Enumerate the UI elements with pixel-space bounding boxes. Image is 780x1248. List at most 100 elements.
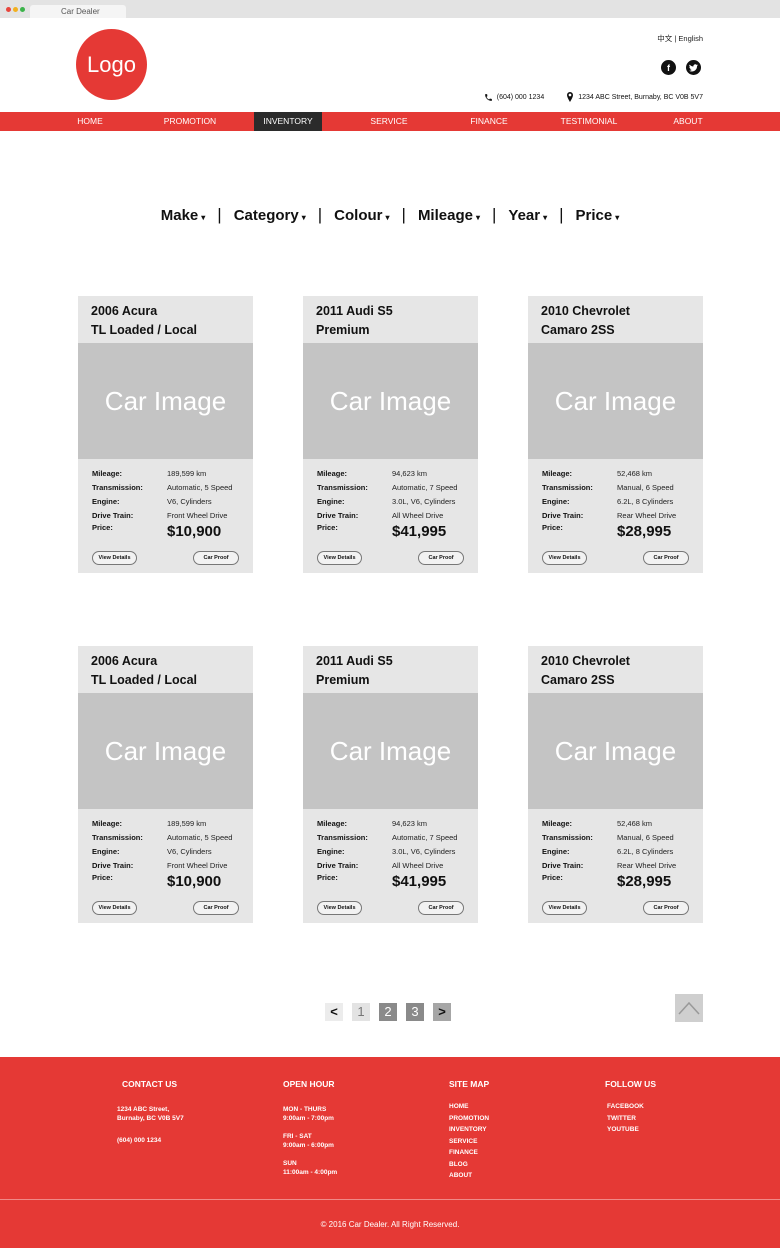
car-title[interactable]: 2010 Chevrolet Camaro 2SS xyxy=(541,652,630,690)
nav-home[interactable]: HOME xyxy=(66,112,114,131)
page-1-button[interactable]: 1 xyxy=(352,1003,370,1021)
footer-link-facebook[interactable]: FACEBOOK xyxy=(607,1101,656,1113)
car-proof-button[interactable]: Car Proof xyxy=(193,551,239,565)
price-label: Price: xyxy=(542,873,563,882)
car-image[interactable]: Car Image xyxy=(528,343,703,459)
filter-separator: | xyxy=(559,205,564,224)
price-value: $41,995 xyxy=(392,873,447,890)
footer-link-blog[interactable]: BLOG xyxy=(449,1159,489,1171)
language-switcher: 中文 | English xyxy=(657,33,703,44)
footer-phone[interactable]: (604) 000 1234 xyxy=(117,1136,184,1145)
mileage-label: Mileage: xyxy=(92,469,123,478)
footer-link-home[interactable]: HOME xyxy=(449,1101,489,1113)
filter-mileage[interactable]: Mileage ▾ xyxy=(418,207,480,224)
price-value: $10,900 xyxy=(167,873,222,890)
mileage-value: 189,599 km xyxy=(167,819,207,828)
car-specs: Mileage: 52,468 km Transmission: Manual, 6… xyxy=(542,817,676,873)
nav-service[interactable]: SERVICE xyxy=(357,112,421,131)
view-details-button[interactable]: View Details xyxy=(317,551,362,565)
chevron-down-icon: ▾ xyxy=(615,212,620,222)
car-title[interactable]: 2011 Audi S5 Premium xyxy=(316,302,393,340)
drive-train-value: Front Wheel Drive xyxy=(167,861,228,870)
footer-link-finance[interactable]: FINANCE xyxy=(449,1147,489,1159)
filter-colour[interactable]: Colour ▾ xyxy=(334,207,389,224)
footer: CONTACT US 1234 ABC Street, Burnaby, BC … xyxy=(0,1057,780,1248)
nav-inventory[interactable]: INVENTORY xyxy=(254,112,322,131)
car-proof-button[interactable]: Car Proof xyxy=(643,551,689,565)
maximize-window-icon[interactable] xyxy=(20,7,25,12)
car-image[interactable]: Car Image xyxy=(78,693,253,809)
nav-about[interactable]: ABOUT xyxy=(664,112,712,131)
lang-chinese-link[interactable]: 中文 xyxy=(657,34,672,43)
price-label: Price: xyxy=(92,873,113,882)
car-proof-button[interactable]: Car Proof xyxy=(193,901,239,915)
chevron-up-icon xyxy=(678,1001,700,1015)
minimize-window-icon[interactable] xyxy=(13,7,18,12)
transmission-value: Automatic, 7 Speed xyxy=(392,833,458,842)
browser-tab[interactable]: Car Dealer xyxy=(30,5,126,18)
footer-link-youtube[interactable]: YOUTUBE xyxy=(607,1124,656,1136)
facebook-icon[interactable]: f xyxy=(661,60,676,75)
view-details-button[interactable]: View Details xyxy=(542,551,587,565)
mileage-value: 189,599 km xyxy=(167,469,207,478)
car-title[interactable]: 2011 Audi S5 Premium xyxy=(316,652,393,690)
footer-link-about[interactable]: ABOUT xyxy=(449,1170,489,1182)
drive-train-label: Drive Train: xyxy=(542,861,584,870)
car-title[interactable]: 2006 Acura TL Loaded / Local xyxy=(91,302,197,340)
mileage-value: 94,623 km xyxy=(392,819,428,828)
lang-english-link[interactable]: English xyxy=(678,34,703,43)
page-2-button[interactable]: 2 xyxy=(379,1003,397,1021)
price-value: $28,995 xyxy=(617,523,672,540)
prev-page-button[interactable]: < xyxy=(325,1003,343,1021)
filter-separator: | xyxy=(317,205,323,224)
twitter-icon[interactable] xyxy=(686,60,701,75)
mileage-value: 94,623 km xyxy=(392,469,428,478)
view-details-button[interactable]: View Details xyxy=(92,901,137,915)
nav-testimonial[interactable]: TESTIMONIAL xyxy=(549,112,629,131)
filter-category[interactable]: Category ▾ xyxy=(234,207,306,224)
header-address: 1234 ABC Street, Burnaby, BC V0B 5V7 xyxy=(578,93,703,101)
car-proof-button[interactable]: Car Proof xyxy=(418,901,464,915)
page-3-button[interactable]: 3 xyxy=(406,1003,424,1021)
engine-value: 3.0L, V6, Cylinders xyxy=(392,497,456,506)
filter-price[interactable]: Price ▾ xyxy=(576,207,620,224)
filter-separator: | xyxy=(217,205,222,224)
footer-link-service[interactable]: SERVICE xyxy=(449,1136,489,1148)
drive-train-value: All Wheel Drive xyxy=(392,861,444,870)
nav-promotion[interactable]: PROMOTION xyxy=(156,112,224,131)
next-page-button[interactable]: > xyxy=(433,1003,451,1021)
car-specs: Mileage: 189,599 km Transmission: Automati… xyxy=(92,817,232,873)
car-specs: Mileage: 189,599 km Transmission: Automati… xyxy=(92,467,232,523)
car-image[interactable]: Car Image xyxy=(528,693,703,809)
view-details-button[interactable]: View Details xyxy=(542,901,587,915)
browser-chrome: Car Dealer xyxy=(0,0,780,18)
car-proof-button[interactable]: Car Proof xyxy=(643,901,689,915)
car-proof-button[interactable]: Car Proof xyxy=(418,551,464,565)
close-window-icon[interactable] xyxy=(6,7,11,12)
car-specs: Mileage: 52,468 km Transmission: Manual, 6… xyxy=(542,467,676,523)
car-image[interactable]: Car Image xyxy=(78,343,253,459)
filter-make[interactable]: Make ▾ xyxy=(161,207,206,224)
car-title[interactable]: 2010 Chevrolet Camaro 2SS xyxy=(541,302,630,340)
car-card: 2010 Chevrolet Camaro 2SS Car Image Mile… xyxy=(528,646,703,923)
footer-link-inventory[interactable]: INVENTORY xyxy=(449,1124,489,1136)
car-title[interactable]: 2006 Acura TL Loaded / Local xyxy=(91,652,197,690)
engine-value: 3.0L, V6, Cylinders xyxy=(392,847,456,856)
footer-link-promotion[interactable]: PROMOTION xyxy=(449,1113,489,1125)
hours-day: SUN xyxy=(283,1160,297,1167)
footer-link-twitter[interactable]: TWITTER xyxy=(607,1113,656,1125)
nav-finance[interactable]: FINANCE xyxy=(457,112,521,131)
view-details-button[interactable]: View Details xyxy=(92,551,137,565)
filter-year[interactable]: Year ▾ xyxy=(508,207,547,224)
car-specs: Mileage: 94,623 km Transmission: Automatic… xyxy=(317,817,457,873)
price-label: Price: xyxy=(317,873,338,882)
header-phone[interactable]: (604) 000 1234 xyxy=(497,94,544,101)
back-to-top-button[interactable] xyxy=(675,994,703,1022)
footer-heading: OPEN HOUR xyxy=(283,1079,335,1089)
car-card: 2011 Audi S5 Premium Car Image Mileage: 9… xyxy=(303,296,478,573)
car-image[interactable]: Car Image xyxy=(303,693,478,809)
car-image[interactable]: Car Image xyxy=(303,343,478,459)
logo[interactable]: Logo xyxy=(76,29,147,100)
transmission-label: Transmission: xyxy=(317,833,368,842)
view-details-button[interactable]: View Details xyxy=(317,901,362,915)
